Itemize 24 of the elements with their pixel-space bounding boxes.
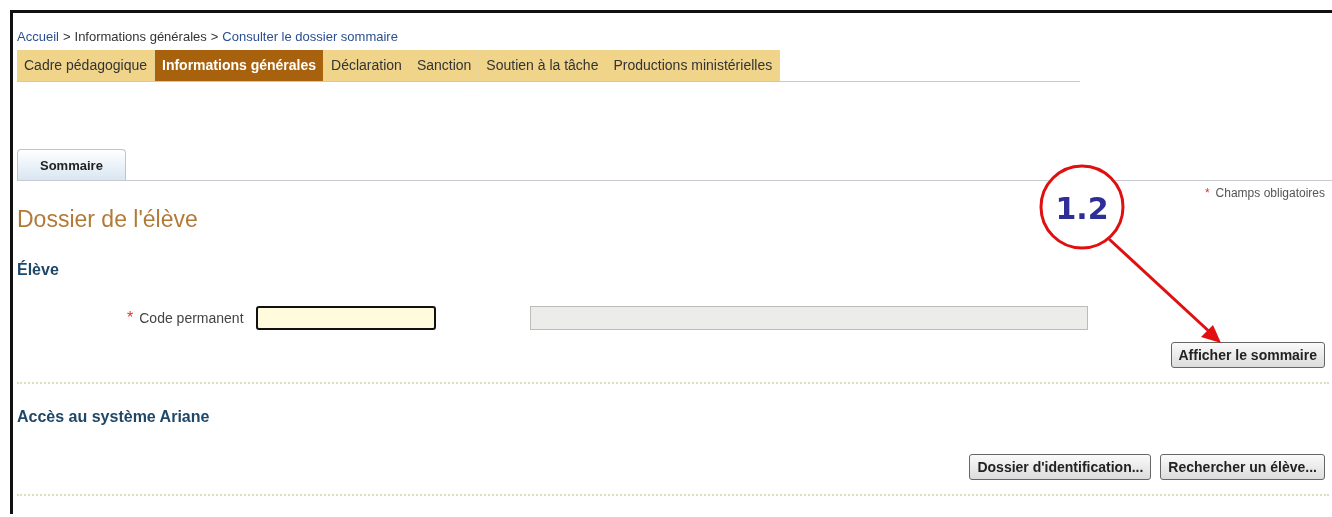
section-heading: Accès au système Ariane — [17, 408, 211, 426]
annotation-label: 1.2 — [1055, 191, 1109, 226]
action-button[interactable]: Dossier d'identification... — [969, 454, 1152, 480]
required-asterisk: * — [127, 309, 134, 327]
nav-tab[interactable]: Informations générales — [155, 50, 325, 81]
action-button[interactable]: Afficher le sommaire — [1170, 342, 1325, 368]
nav-tab[interactable]: Soutien à la tâche — [479, 50, 607, 81]
field-label: Code permanent — [139, 310, 244, 326]
action-button[interactable]: Rechercher un élève... — [1160, 454, 1325, 480]
required-asterisk: * — [1204, 186, 1210, 200]
code-permanent-field[interactable] — [255, 306, 436, 330]
breadcrumb-separator: > — [62, 29, 71, 44]
breadcrumb-link[interactable]: Accueil — [17, 29, 59, 44]
nav-tab[interactable]: Cadre pédagogique — [17, 50, 155, 81]
sub-tab[interactable]: Sommaire — [17, 149, 126, 180]
nav-tab[interactable]: Déclaration — [324, 50, 410, 81]
section-heading: Élève — [17, 261, 60, 279]
breadcrumb-separator: > — [210, 29, 219, 44]
breadcrumb-item: Informations générales — [74, 29, 207, 44]
required-note: Champs obligatoires — [1215, 186, 1325, 200]
breadcrumb-link[interactable]: Consulter le dossier sommaire — [222, 29, 398, 44]
nav-tab[interactable]: Productions ministérielles — [606, 50, 781, 81]
nav-tab[interactable]: Sanction — [409, 50, 480, 81]
page-title: Dossier de l'élève — [17, 206, 198, 233]
